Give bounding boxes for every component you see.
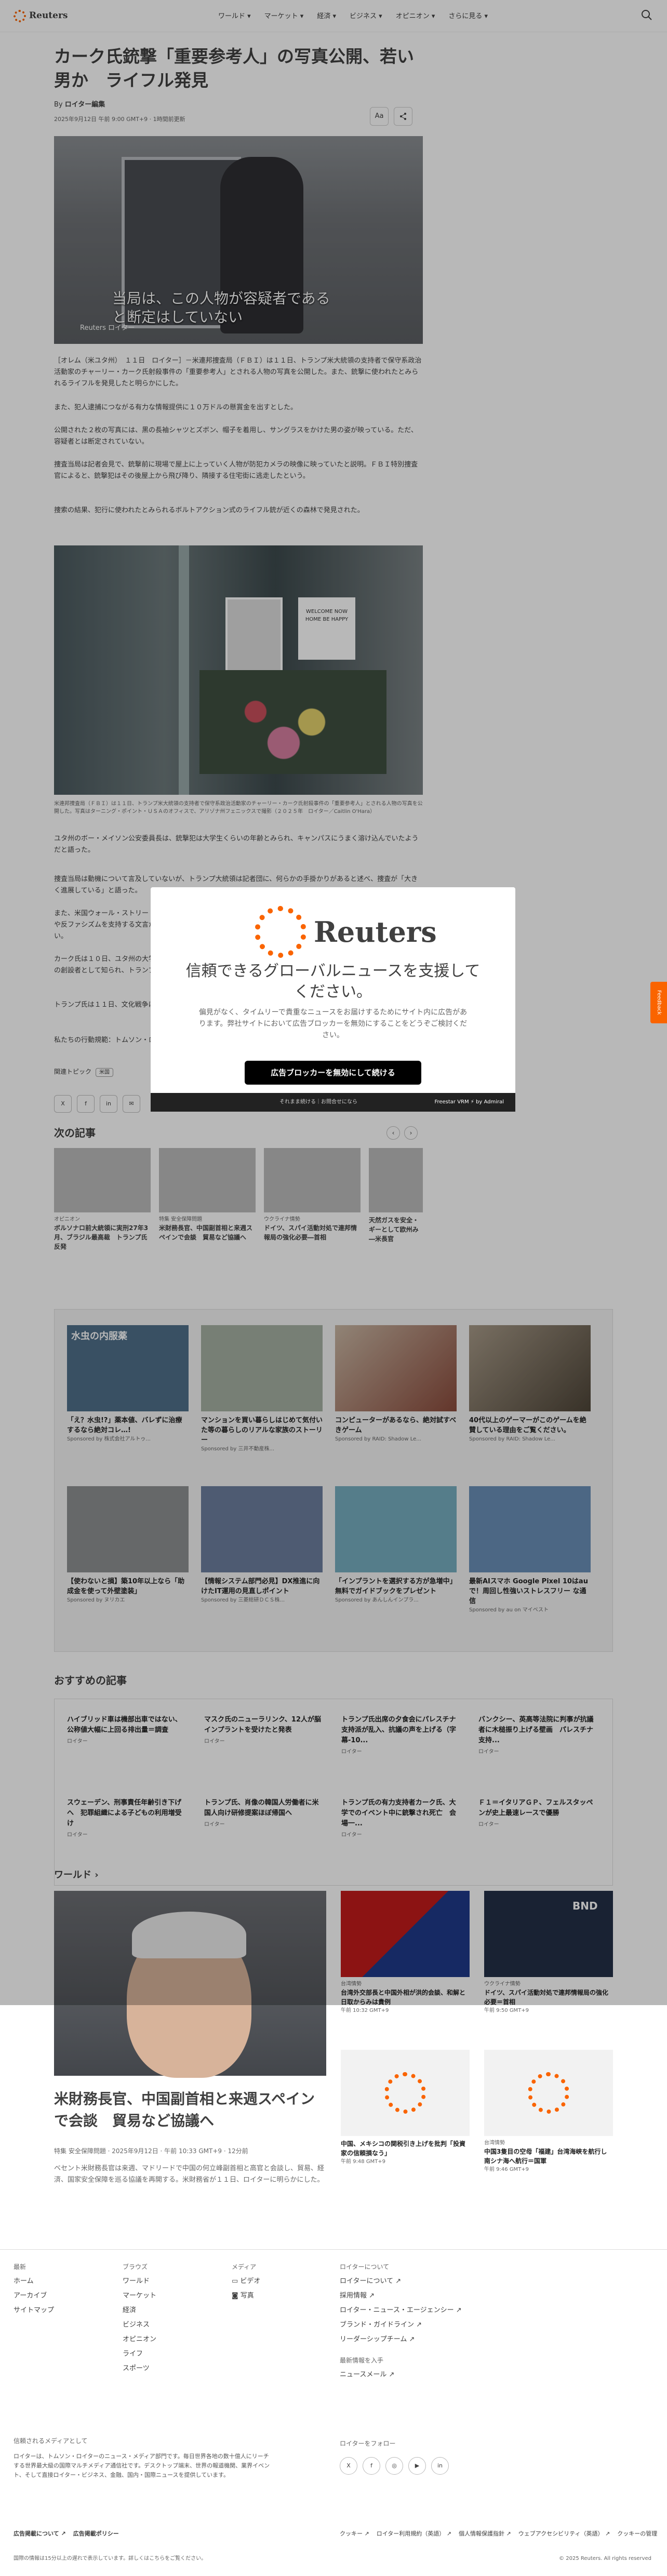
modal-vendor: Freestar VRM ⚡ by Admiral xyxy=(434,1099,504,1105)
modal-footer: それまま続ける｜お問合せになら Freestar VRM ⚡ by Admira… xyxy=(151,1093,515,1112)
world-card-image xyxy=(341,2050,470,2136)
footer-social: X f ◎ ▶ in xyxy=(340,2457,449,2475)
world-lead-meta: 特集 安全保障問題 · 2025年9月12日 · 午前 10:33 GMT+9 … xyxy=(54,2147,248,2155)
world-card-kicker: 台湾情勢 xyxy=(484,2140,505,2146)
modal-logo: Reuters xyxy=(255,906,437,958)
linkedin-icon[interactable]: in xyxy=(431,2457,449,2475)
world-lead-title[interactable]: 米財務長官、中国副首相と来週スペインで会談 貿易など協議へ xyxy=(54,2088,326,2132)
footer-link[interactable]: オピニオン xyxy=(123,2332,156,2347)
footer-link[interactable]: ニュースメール ↗ xyxy=(340,2368,462,2382)
modal-continue-link[interactable]: それまま続ける｜お問合せになら xyxy=(279,1093,357,1112)
footer-link-video[interactable]: ▭ ビデオ xyxy=(232,2274,260,2289)
facebook-icon[interactable]: f xyxy=(363,2457,380,2475)
footer-col-heading: メディア xyxy=(232,2263,257,2271)
footer-col-latest: 最新 ホーム アーカイブ サイトマップ xyxy=(14,2260,54,2318)
reuters-placeholder-icon xyxy=(528,2072,569,2114)
footer-link[interactable]: ブランド・ガイドライン ↗ xyxy=(340,2318,462,2332)
x-icon[interactable]: X xyxy=(340,2457,357,2475)
footer-link[interactable]: 個人情報保護指針 ↗ xyxy=(459,2530,511,2539)
world-card-date: 午前 9:48 GMT+9 xyxy=(341,2159,386,2165)
footer-link[interactable]: ホーム xyxy=(14,2274,54,2289)
footer-link[interactable]: ロイター・ニュース・エージェンシー ↗ xyxy=(340,2303,462,2318)
footer-media-heading: 信頼されるメディアとして xyxy=(14,2437,88,2445)
footer-link-photos[interactable]: ◙ 写真 xyxy=(232,2289,260,2303)
world-card-date: 午前 9:46 GMT+9 xyxy=(484,2167,529,2172)
adblock-modal: Reuters 信頼できるグローバルニュースを支援してください。 偏見がなく、タ… xyxy=(151,887,515,1112)
footer-col-browse: ブラウズ ワールド マーケット 経済 ビジネス オピニオン ライフ スポーツ xyxy=(123,2260,156,2376)
footer-col-media: メディア ▭ ビデオ ◙ 写真 xyxy=(232,2260,260,2303)
world-card-title[interactable]: 中国、メキシコの関税引き上げを批判「投資家の信頼損なう」 xyxy=(341,2139,470,2158)
feedback-tab[interactable]: Feedback xyxy=(650,982,667,1023)
footer-col-heading: 最新情報を入手 xyxy=(340,2357,384,2364)
video-icon: ▭ xyxy=(232,2277,241,2285)
footer-link[interactable]: クッキー ↗ xyxy=(340,2530,369,2539)
footer-link[interactable]: クッキーの管理 xyxy=(617,2530,657,2539)
footer-link[interactable]: リーダーシップチーム ↗ xyxy=(340,2332,462,2347)
footer-link[interactable]: ロイター利用規約（英語） ↗ xyxy=(377,2530,451,2539)
footer-link[interactable]: ライフ xyxy=(123,2347,156,2361)
world-card[interactable]: 台湾情勢 中国3隻目の空母「福建」台湾海峡を航行し南シナ海へ航行＝国軍 午前 9:4… xyxy=(484,2050,613,2173)
footer-note: 国際の情報は15分以上の遅れで表示しています。詳しくはこちらをご覧ください。 xyxy=(14,2556,207,2561)
footer-link[interactable]: アーカイブ xyxy=(14,2289,54,2303)
modal-body: 偏見がなく、タイムリーで貴重なニュースをお届けするためにサイト内に広告があります… xyxy=(198,1008,468,1039)
footer-media-about: 信頼されるメディアとして ロイターは、トムソン・ロイターのニュース・メディア部門… xyxy=(14,2436,273,2480)
footer-link[interactable]: ワールド xyxy=(123,2274,156,2289)
world-card-date: 午前 9:50 GMT+9 xyxy=(484,2008,529,2013)
footer-link[interactable]: マーケット xyxy=(123,2289,156,2303)
footer-col-heading: 最新 xyxy=(14,2263,26,2271)
disable-adblock-button[interactable]: 広告ブロッカーを無効にして続ける xyxy=(245,1061,421,1085)
site-footer xyxy=(0,2249,667,2576)
footer-link[interactable]: 採用情報 ↗ xyxy=(340,2289,462,2303)
world-card-date: 午前 10:32 GMT+9 xyxy=(341,2008,389,2013)
camera-icon: ◙ xyxy=(232,2292,241,2300)
footer-link[interactable]: サイトマップ xyxy=(14,2303,54,2318)
footer-col-about: ロイターについて ロイターについて ↗ 採用情報 ↗ ロイター・ニュース・エージ… xyxy=(340,2260,462,2382)
footer-media-text: ロイターは、トムソン・ロイターのニュース・メディア部門です。毎日世界各地の数十億… xyxy=(14,2453,270,2478)
footer-col-heading: ロイターについて xyxy=(340,2263,390,2271)
footer-link[interactable]: 経済 xyxy=(123,2303,156,2318)
footer-bottom-links: 広告掲載について ↗ 広告掲載ポリシー xyxy=(14,2530,119,2539)
world-card-image xyxy=(484,2050,613,2136)
footer-link[interactable]: ウェブアクセシビリティ（英語） ↗ xyxy=(518,2530,610,2539)
footer-link-text: 写真 xyxy=(240,2292,254,2300)
reuters-placeholder-icon xyxy=(384,2072,426,2114)
modal-heading: 信頼できるグローバルニュースを支援してください。 xyxy=(185,962,481,1001)
modal-logo-text: Reuters xyxy=(314,915,437,949)
world-card[interactable]: 中国、メキシコの関税引き上げを批判「投資家の信頼損なう」 午前 9:48 GMT+… xyxy=(341,2050,470,2166)
footer-link[interactable]: ロイターについて ↗ xyxy=(340,2274,462,2289)
youtube-icon[interactable]: ▶ xyxy=(408,2457,426,2475)
reuters-logo-icon xyxy=(255,906,306,958)
footer-link[interactable]: 広告掲載ポリシー xyxy=(73,2530,119,2539)
footer-link[interactable]: 広告掲載について ↗ xyxy=(14,2530,66,2539)
footer-link[interactable]: スポーツ xyxy=(123,2361,156,2376)
page: Reuters ワールド ▾ マーケット ▾ 経済 ▾ ビジネス ▾ オピニオン… xyxy=(0,0,667,2576)
world-lead-desc: ベセント米財務長官は来週、マドリードで中国の何立峰副首相と高官と会談し、貿易、経… xyxy=(54,2165,325,2184)
footer-link[interactable]: ビジネス xyxy=(123,2318,156,2332)
footer-follow: ロイターをフォロー xyxy=(340,2436,396,2451)
instagram-icon[interactable]: ◎ xyxy=(385,2457,403,2475)
footer-legal-links: クッキー ↗ ロイター利用規約（英語） ↗ 個人情報保護指針 ↗ ウェブアクセシ… xyxy=(340,2530,657,2539)
footer-link-text: ビデオ xyxy=(240,2277,261,2285)
footer-copyright: © 2025 Reuters. All rights reserved xyxy=(559,2556,651,2561)
footer-col-heading: ブラウズ xyxy=(123,2263,148,2271)
world-card-title[interactable]: 中国3隻目の空母「福建」台湾海峡を航行し南シナ海へ航行＝国軍 xyxy=(484,2147,613,2166)
footer-follow-heading: ロイターをフォロー xyxy=(340,2440,396,2447)
